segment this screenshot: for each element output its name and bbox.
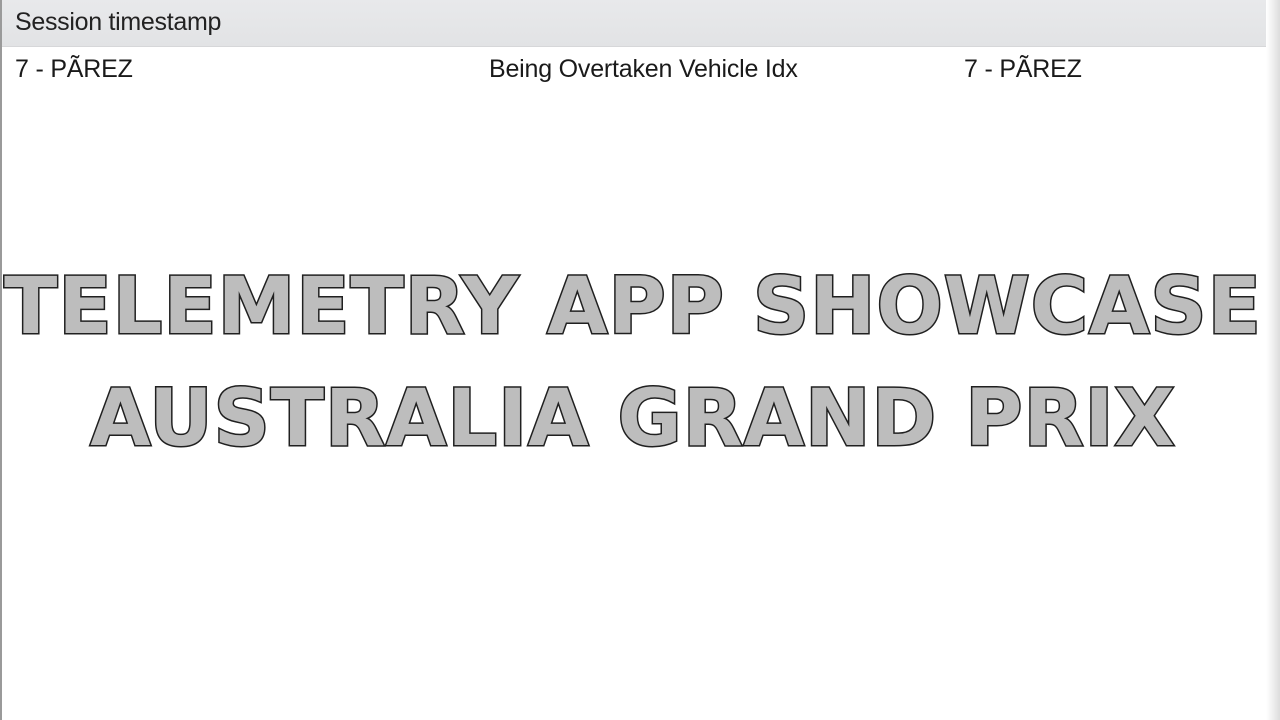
telemetry-app-window: Session timestamp 7 - PÃREZ Being Overta… xyxy=(0,0,1280,720)
field-label-cell: Being Overtaken Vehicle Idx xyxy=(489,55,798,83)
overlay-subtitle-line: AUSTRALIA GRAND PRIX xyxy=(89,374,1176,464)
session-timestamp-header[interactable]: Session timestamp xyxy=(15,8,221,37)
table-row[interactable]: 7 - PÃREZ Being Overtaken Vehicle Idx 7 … xyxy=(2,50,1266,92)
driver-cell: 7 - PÃREZ xyxy=(15,55,133,83)
table-header[interactable]: Session timestamp xyxy=(2,0,1266,47)
title-overlay: TELEMETRY APP SHOWCASE AUSTRALIA GRAND P… xyxy=(0,262,1266,480)
window-right-edge xyxy=(1266,0,1280,720)
field-value-cell: 7 - PÃREZ xyxy=(964,55,1082,83)
overlay-title-line: TELEMETRY APP SHOWCASE xyxy=(3,262,1263,352)
